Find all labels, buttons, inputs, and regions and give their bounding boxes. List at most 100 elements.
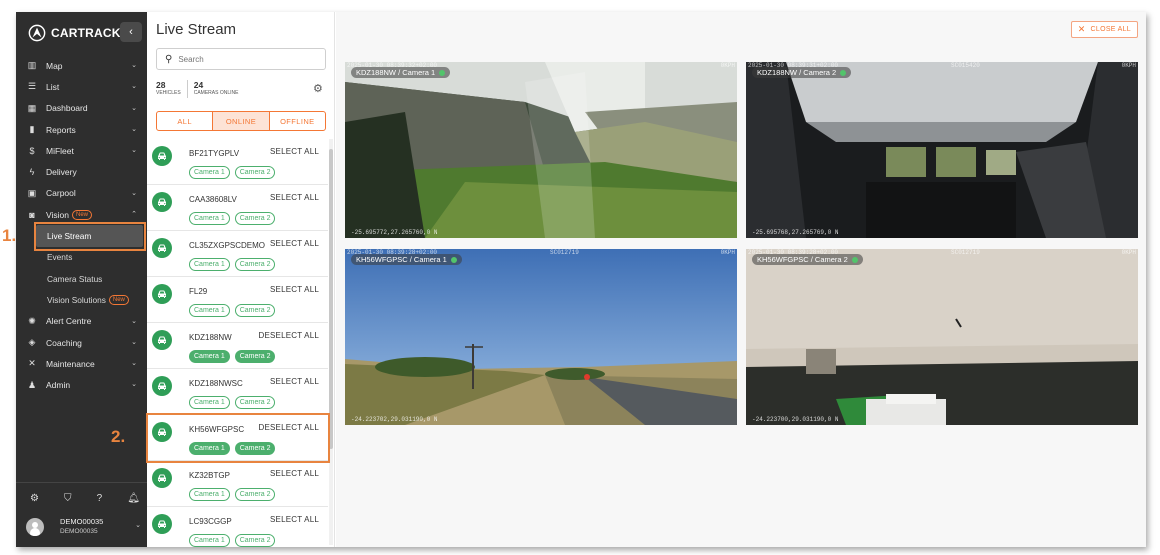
settings-icon[interactable]: ⚙ bbox=[30, 493, 39, 504]
chevron-down-icon: ⌄ bbox=[131, 62, 137, 69]
vehicle-row[interactable]: BF21TYGPLV SELECT ALL Camera 1 Camera 2 bbox=[147, 139, 328, 185]
alert-gear-icon: ✺ bbox=[28, 315, 36, 326]
video-label: KDZ188NW / Camera 1 bbox=[351, 67, 451, 78]
filter-online[interactable]: ONLINE bbox=[212, 112, 269, 130]
panel-settings-icon[interactable]: ⚙ bbox=[313, 82, 323, 95]
camera-1-chip[interactable]: Camera 1 bbox=[189, 258, 230, 271]
divider bbox=[186, 80, 188, 98]
video-device-id: SC012719 bbox=[951, 249, 980, 256]
sidebar-item-label: Delivery bbox=[46, 167, 77, 178]
sidebar-item-label: Admin bbox=[46, 380, 71, 391]
camera-2-chip[interactable]: Camera 2 bbox=[234, 304, 276, 317]
camera-2-chip[interactable]: Camera 2 bbox=[234, 350, 276, 363]
brand[interactable]: CARTRACK bbox=[28, 22, 121, 44]
vehicle-list-scrollbar[interactable] bbox=[329, 139, 333, 545]
user-menu[interactable]: DEMO00035 DEMO00035 ⌄ bbox=[26, 517, 141, 537]
video-tile[interactable]: 2025-01-30 08:39:28+02:00 SC012719 0KPH … bbox=[345, 249, 737, 425]
annotation-box-2 bbox=[146, 413, 330, 463]
sidebar-subitem-camera-status[interactable]: Camera Status bbox=[16, 268, 147, 289]
camera-1-chip[interactable]: Camera 1 bbox=[189, 350, 230, 363]
chevron-down-icon: ⌄ bbox=[131, 338, 137, 346]
video-label-text: KDZ188NW / Camera 1 bbox=[356, 68, 436, 77]
vehicle-row[interactable]: LC93CGGP SELECT ALL Camera 1 Camera 2 bbox=[147, 507, 328, 547]
deselect-all-button[interactable]: DESELECT ALL bbox=[258, 331, 319, 340]
close-all-button[interactable]: ✕ CLOSE ALL bbox=[1070, 21, 1138, 38]
camera-1-chip[interactable]: Camera 1 bbox=[189, 488, 230, 501]
video-coordinates: -24.223700,29.031190,0 N bbox=[752, 416, 839, 423]
vehicle-row[interactable]: CL35ZXGPSCDEMO SELECT ALL Camera 1 Camera 2 bbox=[147, 231, 328, 277]
vehicle-list: BF21TYGPLV SELECT ALL Camera 1 Camera 2 CAA3… bbox=[147, 139, 328, 547]
calendar-icon: ▣ bbox=[27, 187, 37, 198]
sidebar-collapse-button[interactable]: ‹ bbox=[120, 22, 142, 42]
sidebar-item-delivery[interactable]: ϟ Delivery bbox=[16, 161, 147, 182]
sidebar-item-coaching[interactable]: ◈ Coaching ⌄ bbox=[16, 332, 147, 353]
camera-2-chip[interactable]: Camera 2 bbox=[234, 166, 276, 179]
online-dot-icon bbox=[439, 69, 446, 76]
sidebar-item-admin[interactable]: ♟ Admin ⌄ bbox=[16, 374, 147, 395]
vehicle-row[interactable]: KZ32BTGP SELECT ALL Camera 1 Camera 2 bbox=[147, 461, 328, 507]
shield-icon[interactable]: ⛉ bbox=[64, 493, 72, 504]
filter-all[interactable]: ALL bbox=[157, 112, 212, 130]
car-icon bbox=[152, 468, 172, 488]
sidebar-item-alert-centre[interactable]: ✺ Alert Centre ⌄ bbox=[16, 311, 147, 332]
video-tile[interactable]: 2025-01-30 08:39:28+02:00 SC012719 0KPH … bbox=[746, 249, 1138, 425]
video-frame bbox=[746, 249, 1138, 425]
video-tile[interactable]: 2025-01-30 08:39:32+02:00 0KPH -25.69577… bbox=[345, 62, 737, 238]
video-device-id: SC012719 bbox=[550, 249, 579, 256]
scroll-thumb[interactable] bbox=[329, 149, 333, 449]
video-frame bbox=[345, 62, 737, 238]
camera-1-chip[interactable]: Camera 1 bbox=[189, 534, 230, 547]
camera-2-chip[interactable]: Camera 2 bbox=[234, 212, 276, 225]
vehicle-name: CL35ZXGPSCDEMO bbox=[189, 241, 266, 250]
new-badge: New bbox=[108, 294, 129, 305]
filter-offline[interactable]: OFFLINE bbox=[268, 112, 325, 130]
sidebar-item-maintenance[interactable]: ✕ Maintenance ⌄ bbox=[16, 353, 147, 374]
video-frame bbox=[345, 249, 737, 425]
chevron-down-icon: ⌄ bbox=[135, 522, 141, 529]
sidebar-subitem-vision-solutions[interactable]: Vision Solutions New bbox=[16, 289, 147, 310]
bell-icon[interactable]: 🔔︎ bbox=[127, 493, 140, 504]
video-speed: 0KPH bbox=[720, 249, 735, 256]
select-all-button[interactable]: SELECT ALL bbox=[270, 239, 319, 248]
select-all-button[interactable]: SELECT ALL bbox=[270, 515, 319, 524]
sidebar-item-label: Coaching bbox=[46, 337, 82, 348]
video-label: KDZ188NW / Camera 2 bbox=[752, 67, 852, 78]
camera-1-chip[interactable]: Camera 1 bbox=[189, 166, 230, 179]
live-stream-panel: Live Stream ⚲ 28 VEHICLES 24 CAMERAS ONL… bbox=[147, 12, 335, 547]
sidebar-item-label: Maintenance bbox=[46, 358, 95, 369]
sidebar-item-mifleet[interactable]: $ MiFleet ⌄ bbox=[16, 140, 147, 161]
search-field[interactable]: ⚲ bbox=[156, 48, 326, 70]
chevron-down-icon: ⌄ bbox=[131, 360, 137, 368]
camera-2-chip[interactable]: Camera 2 bbox=[234, 258, 276, 271]
sidebar-item-carpool[interactable]: ▣ Carpool ⌄ bbox=[16, 183, 147, 204]
sidebar-item-reports[interactable]: ▮ Reports ⌄ bbox=[16, 119, 147, 140]
vehicle-row[interactable]: FL29 SELECT ALL Camera 1 Camera 2 bbox=[147, 277, 328, 323]
camera-1-chip[interactable]: Camera 1 bbox=[189, 304, 230, 317]
vehicles-label: VEHICLES bbox=[156, 90, 181, 96]
camera-2-chip[interactable]: Camera 2 bbox=[234, 396, 276, 409]
sidebar-item-list[interactable]: ☰ List ⌄ bbox=[16, 76, 147, 97]
camera-1-chip[interactable]: Camera 1 bbox=[189, 396, 230, 409]
sidebar-item-map[interactable]: ▥ Map ⌄ bbox=[16, 55, 147, 76]
video-tile[interactable]: 2025-01-30 08:39:31+02:00 SC015420 0KPH … bbox=[746, 62, 1138, 238]
user-account: DEMO00035 bbox=[60, 528, 98, 535]
sidebar-item-dashboard[interactable]: ▦ Dashboard ⌄ bbox=[16, 98, 147, 119]
select-all-button[interactable]: SELECT ALL bbox=[270, 469, 319, 478]
video-frame bbox=[746, 62, 1138, 238]
select-all-button[interactable]: SELECT ALL bbox=[270, 193, 319, 202]
select-all-button[interactable]: SELECT ALL bbox=[270, 285, 319, 294]
select-all-button[interactable]: SELECT ALL bbox=[270, 377, 319, 386]
search-input[interactable] bbox=[178, 54, 319, 64]
video-coordinates: -25.695772,27.265760,0 N bbox=[351, 229, 438, 236]
annotation-number-2: 2. bbox=[111, 427, 126, 446]
vehicle-row[interactable]: CAA38608LV SELECT ALL Camera 1 Camera 2 bbox=[147, 185, 328, 231]
vehicle-row[interactable]: KDZ188NWSC SELECT ALL Camera 1 Camera 2 bbox=[147, 369, 328, 415]
camera-2-chip[interactable]: Camera 2 bbox=[234, 488, 276, 501]
help-icon[interactable]: ? bbox=[97, 493, 103, 504]
car-icon bbox=[152, 514, 172, 534]
vehicle-row[interactable]: KDZ188NW DESELECT ALL Camera 1 Camera 2 bbox=[147, 323, 328, 369]
camera-1-chip[interactable]: Camera 1 bbox=[189, 212, 230, 225]
select-all-button[interactable]: SELECT ALL bbox=[270, 147, 319, 156]
camera-2-chip[interactable]: Camera 2 bbox=[234, 534, 276, 547]
vehicle-counts: 28 VEHICLES 24 CAMERAS ONLINE bbox=[156, 80, 238, 98]
